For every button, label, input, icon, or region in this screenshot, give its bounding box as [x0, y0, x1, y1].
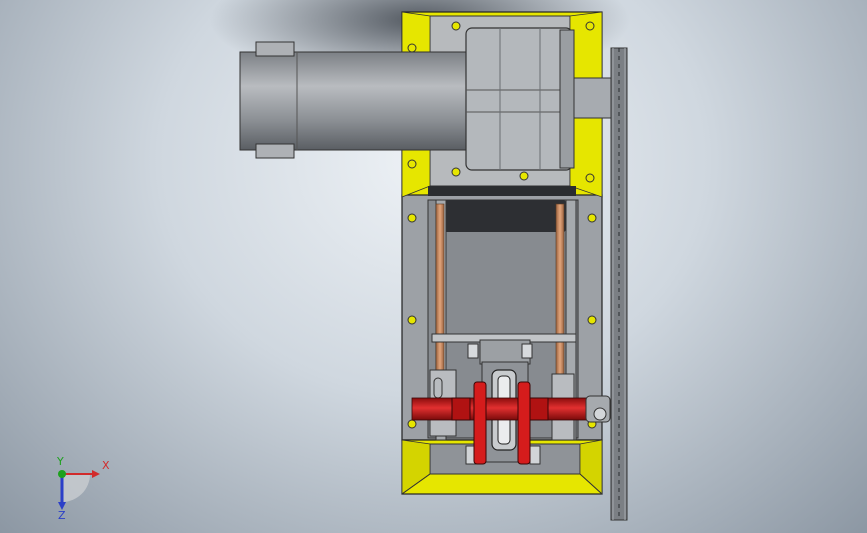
triad-plane: [62, 474, 90, 502]
coordinate-triad: X Y Z: [56, 455, 110, 520]
x-axis-label: X: [102, 459, 110, 472]
y-axis-label: Y: [56, 455, 64, 468]
y-axis-marker: [58, 470, 66, 478]
x-axis-arrow: [92, 470, 100, 478]
cad-model-view[interactable]: [0, 0, 867, 533]
drive-chain: [610, 47, 628, 521]
3d-viewport[interactable]: X Y Z: [0, 0, 867, 533]
z-axis-label: Z: [58, 509, 66, 520]
